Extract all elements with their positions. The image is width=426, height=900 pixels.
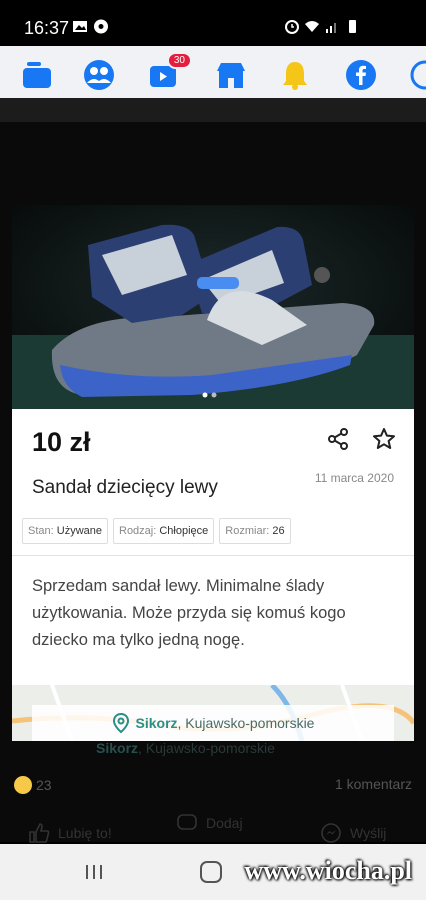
sandal-image bbox=[12, 205, 414, 409]
attribute-list: Stan: Używane Rodzaj: Chłopięce Rozmiar:… bbox=[22, 518, 291, 544]
post-stats: 23 1 komentarz bbox=[0, 760, 426, 810]
marketplace-tab[interactable] bbox=[214, 58, 248, 92]
facebook-tab[interactable] bbox=[344, 58, 378, 92]
attribute-type: Rodzaj: Chłopięce bbox=[113, 518, 215, 544]
reaction-count[interactable]: 23 bbox=[14, 776, 52, 794]
video-badge: 30 bbox=[166, 52, 192, 69]
price: 10 zł bbox=[32, 427, 91, 457]
listing-title: Sandał dziecięcy lewy bbox=[32, 477, 218, 498]
gallery-notification-icon bbox=[73, 21, 87, 32]
send-button[interactable]: Wyślij bbox=[320, 822, 386, 844]
bell-icon bbox=[283, 62, 307, 90]
star-icon[interactable] bbox=[372, 427, 396, 451]
location-pin-icon bbox=[112, 713, 129, 733]
thumbs-up-icon bbox=[29, 823, 50, 843]
android-navigation-bar: www.wiocha.pl bbox=[0, 844, 426, 900]
watermark: www.wiocha.pl bbox=[244, 856, 412, 885]
attribute-condition: Stan: Używane bbox=[22, 518, 108, 544]
marketplace-icon bbox=[217, 63, 245, 88]
friends-tab[interactable] bbox=[82, 58, 116, 92]
signal-icon bbox=[326, 23, 336, 33]
profile-icon bbox=[410, 60, 426, 90]
location-map[interactable]: Sikorz, Kujawsko-pomorskie bbox=[12, 685, 414, 741]
football-notification-icon bbox=[94, 19, 108, 34]
menu-tab[interactable] bbox=[408, 58, 426, 92]
notifications-tab[interactable] bbox=[278, 58, 312, 92]
post-actions: Lubię to! Dodaj Wyślij bbox=[0, 812, 426, 846]
facebook-logo-icon bbox=[346, 60, 376, 90]
listing-date: 11 marca 2020 bbox=[314, 471, 394, 485]
news-feed-icon bbox=[23, 62, 51, 88]
home-button[interactable] bbox=[200, 861, 222, 883]
watch-tab[interactable]: 30 bbox=[146, 52, 192, 92]
comment-button[interactable]: Dodaj bbox=[176, 812, 243, 834]
comment-icon bbox=[177, 814, 197, 830]
listing-card: 10 zł Sandał dziecięcy lewy 11 marca 202… bbox=[12, 409, 414, 741]
wifi-icon bbox=[305, 21, 319, 32]
location-label[interactable]: Sikorz, Kujawsko-pomorskie bbox=[32, 705, 394, 741]
haha-reaction-icon bbox=[14, 776, 32, 794]
status-time: 16:37 bbox=[24, 18, 70, 38]
comment-count[interactable]: 1 komentarz bbox=[335, 776, 412, 792]
background-location-text: Sikorz, Kujawsko-pomorskie bbox=[96, 740, 275, 756]
messenger-icon bbox=[321, 823, 341, 843]
previous-post-reactions bbox=[0, 98, 426, 122]
recent-apps-icon[interactable] bbox=[84, 862, 104, 882]
divider bbox=[12, 555, 414, 556]
like-button[interactable]: Lubię to! bbox=[28, 822, 112, 844]
battery-icon bbox=[349, 20, 356, 33]
friends-icon bbox=[84, 60, 114, 90]
share-icon[interactable] bbox=[326, 427, 350, 451]
news-feed-tab[interactable] bbox=[20, 58, 54, 92]
attribute-size: Rozmiar: 26 bbox=[219, 518, 291, 544]
alarm-icon bbox=[285, 20, 299, 34]
product-photo[interactable] bbox=[12, 205, 414, 409]
listing-description: Sprzedam sandał lewy. Minimalne ślady uż… bbox=[32, 577, 346, 649]
status-bar: 16:37 bbox=[0, 0, 426, 46]
